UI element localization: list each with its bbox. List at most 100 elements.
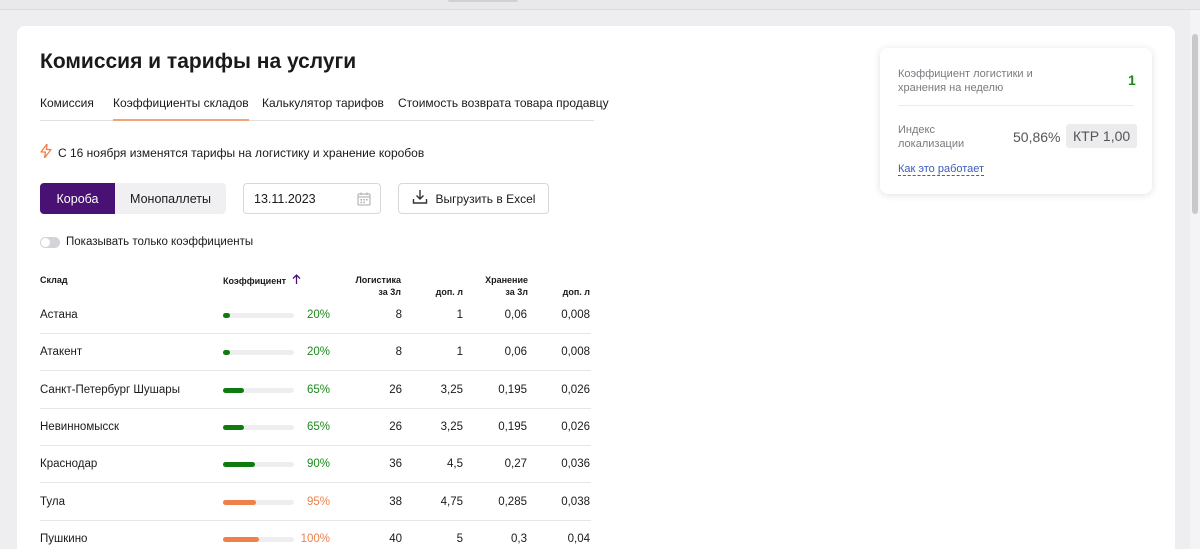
storage-extra-value: 0,008 [561, 346, 590, 358]
export-label: Выгрузить в Excel [435, 191, 536, 206]
storage-extra-value: 0,026 [561, 384, 590, 396]
weekly-coefficient-label: Коэффициент логистики и хранения на неде… [898, 68, 1033, 94]
storage-header-label: Хранение [485, 275, 528, 285]
storage-extra-value: 0,04 [567, 533, 590, 545]
logistics-extra-value: 3,25 [440, 384, 463, 396]
how-it-works-link[interactable]: Как это работает [898, 163, 985, 176]
warehouse-name: Пушкино [40, 533, 88, 545]
coefficient-bar [223, 313, 294, 318]
logistics-extra-value: 5 [456, 533, 463, 545]
page-title: Комиссия и тарифы на услуги [40, 50, 357, 73]
storage-extra-value: 0,038 [561, 496, 590, 508]
table-row[interactable]: Тула 95% 38 4,75 0,285 0,038 [40, 484, 591, 521]
warehouse-name: Атакент [40, 346, 83, 358]
localization-index-value: 50,86% [1013, 129, 1061, 145]
coefficient-percent: 100% [300, 533, 330, 545]
storage-value: 0,27 [504, 458, 527, 470]
scrollbar[interactable] [1190, 10, 1200, 549]
logistics-extra-value: 3,25 [440, 421, 463, 433]
logistics-value: 26 [389, 384, 402, 396]
coefficient-bar-fill [223, 500, 257, 505]
coefficient-bar-fill [223, 313, 230, 318]
coefficient-summary-card: Коэффициент логистики и хранения на неде… [880, 48, 1152, 194]
weekly-coefficient-value: 1 [1128, 72, 1136, 88]
warehouse-name: Краснодар [40, 458, 98, 470]
logistics-value: 40 [389, 533, 402, 545]
table-row[interactable]: Санкт-Петербург Шушары 65% 26 3,25 0,195 0,02… [40, 372, 591, 409]
logistics-value: 36 [389, 458, 402, 470]
table-row[interactable]: Невинномысск 65% 26 3,25 0,195 0,026 [40, 409, 591, 446]
coefficient-percent: 95% [306, 496, 330, 508]
storage-value: 0,195 [498, 421, 527, 433]
coefficient-bar [223, 500, 294, 505]
coefficient-bar-fill [223, 388, 245, 393]
scrollbar-thumb[interactable] [1192, 34, 1198, 214]
logistics-header-label: Логистика [355, 275, 401, 285]
logistics-value: 26 [389, 421, 402, 433]
top-bar [0, 0, 1200, 10]
table-row[interactable]: Пушкино 100% 40 5 0,3 0,04 [40, 521, 591, 549]
storage-value: 0,3 [511, 533, 527, 545]
coefficient-percent: 20% [306, 346, 330, 358]
coefficient-bar [223, 462, 294, 467]
coefficient-bar-fill [223, 425, 245, 430]
logistics-value: 38 [389, 496, 402, 508]
storage-value: 0,195 [498, 384, 527, 396]
ktr-badge: КТР 1,00 [1066, 124, 1138, 148]
calendar-icon[interactable] [357, 192, 371, 209]
warehouse-name: Тула [40, 496, 65, 508]
column-header-warehouse[interactable]: Склад [40, 274, 68, 286]
coefficient-percent: 20% [306, 309, 330, 321]
coefficient-bar [223, 388, 294, 393]
tab-commission[interactable]: Комиссия [40, 96, 94, 121]
logistics-value: 8 [395, 309, 402, 321]
column-header-storage[interactable]: Хранение за 3л [468, 274, 528, 298]
toggle-label: Показывать только коэффициенты [66, 236, 254, 248]
tab-tariff-calculator[interactable]: Калькулятор тарифов [262, 96, 384, 121]
storage-value: 0,06 [504, 346, 527, 358]
table-row[interactable]: Атакент 20% 8 1 0,06 0,008 [40, 334, 591, 371]
notice-text: С 16 ноября изменятся тарифы на логистик… [58, 145, 425, 160]
coefficients-only-toggle[interactable] [40, 236, 60, 248]
coefficient-percent: 65% [306, 384, 330, 396]
package-type-switch: Короба Монопаллеты [40, 183, 226, 214]
storage-extra-value: 0,036 [561, 458, 590, 470]
coefficient-bar [223, 537, 294, 542]
download-icon [412, 189, 428, 208]
segment-monopallets[interactable]: Монопаллеты [115, 183, 226, 214]
logistics-extra-value: 4,5 [447, 458, 463, 470]
coefficient-percent: 65% [306, 421, 330, 433]
column-header-coefficient[interactable]: Коэффициент [223, 274, 301, 288]
export-excel-button[interactable]: Выгрузить в Excel [398, 183, 549, 214]
warehouse-name: Санкт-Петербург Шушары [40, 384, 180, 396]
tab-warehouse-coefficients[interactable]: Коэффициенты складов [113, 96, 249, 121]
tariff-notice: С 16 ноября изменятся тарифы на логистик… [40, 143, 425, 161]
coefficient-bar-fill [223, 350, 230, 355]
logistics-value: 8 [395, 346, 402, 358]
browser-tab-indicator [448, 0, 518, 2]
logistics-extra-value: 1 [456, 309, 463, 321]
coefficient-header-label: Коэффициент [223, 276, 287, 286]
column-header-logistics[interactable]: Логистика за 3л [341, 274, 401, 298]
coefficient-percent: 90% [306, 458, 330, 470]
warehouse-name: Астана [40, 309, 78, 321]
coefficient-bar-fill [223, 462, 255, 467]
date-input[interactable]: 13.11.2023 [243, 183, 381, 214]
logistics-extra-value: 1 [456, 346, 463, 358]
tab-return-cost[interactable]: Стоимость возврата товара продавцу [398, 96, 609, 121]
sort-asc-icon[interactable] [292, 274, 301, 288]
segment-boxes[interactable]: Короба [40, 183, 115, 214]
lightning-icon [40, 143, 52, 161]
storage-extra-value: 0,008 [561, 309, 590, 321]
divider [898, 105, 1134, 106]
coefficient-bar-fill [223, 537, 259, 542]
date-value: 13.11.2023 [254, 191, 316, 206]
logistics-extra-value: 4,75 [440, 496, 463, 508]
coefficients-only-toggle-row: Показывать только коэффициенты [40, 236, 253, 248]
table-row[interactable]: Краснодар 90% 36 4,5 0,27 0,036 [40, 446, 591, 483]
table-row[interactable]: Астана 20% 8 1 0,06 0,008 [40, 297, 591, 334]
localization-index-label: Индекс локализации [898, 124, 965, 150]
warehouse-name: Невинномысск [40, 421, 120, 433]
coefficient-bar [223, 425, 294, 430]
tab-bar: Комиссия Коэффициенты складов Калькулято… [40, 96, 609, 121]
